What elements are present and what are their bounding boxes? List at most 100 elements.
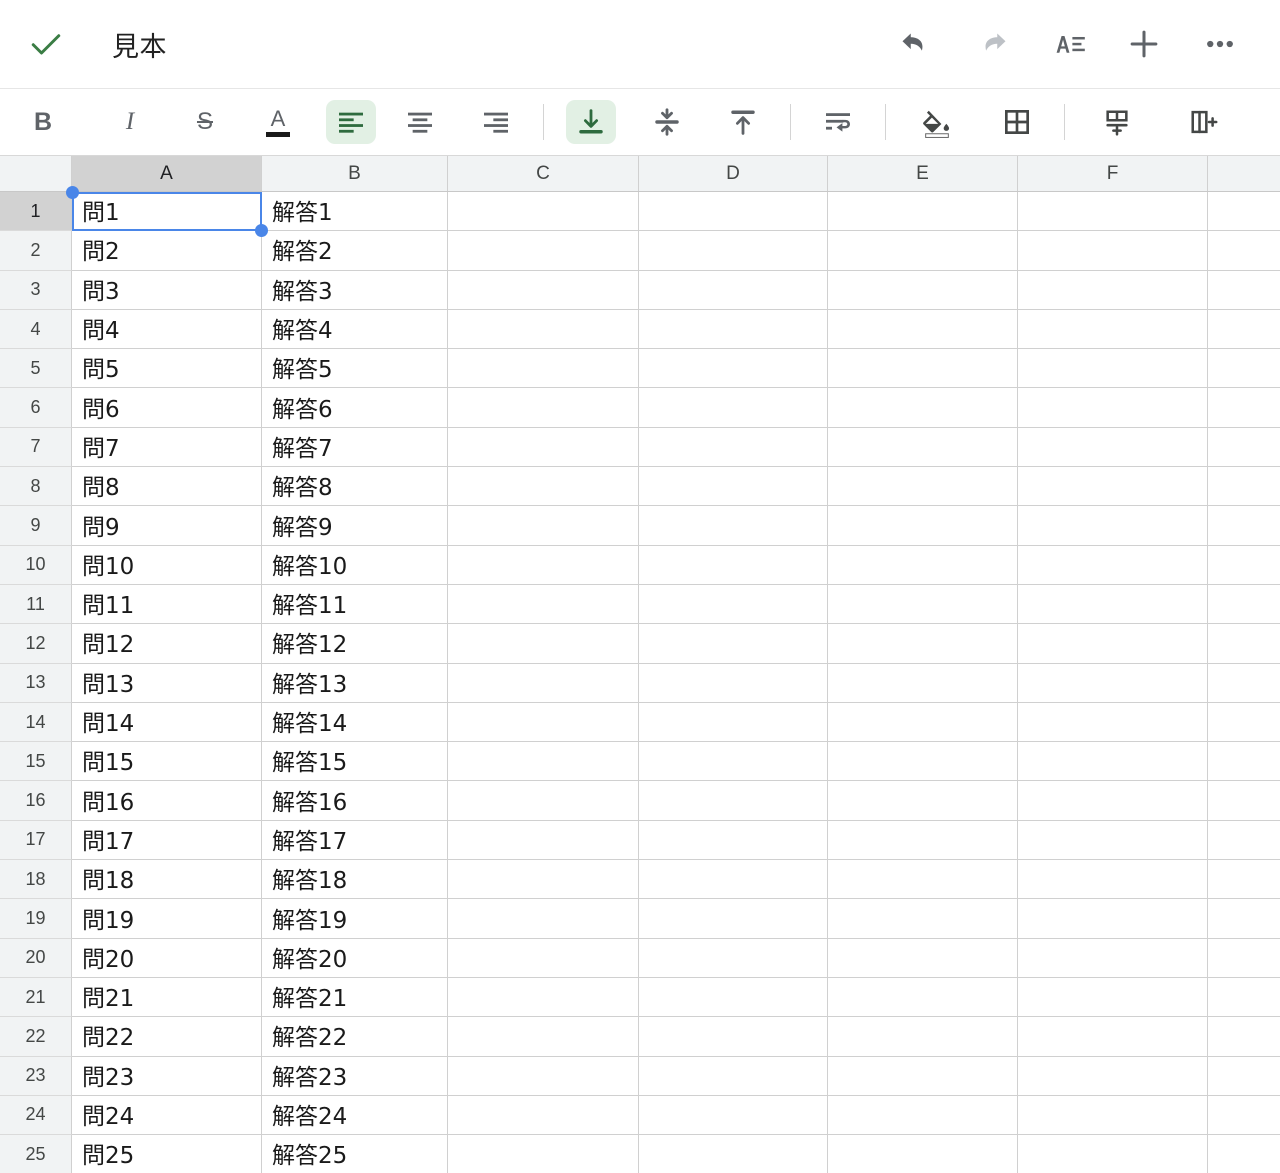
- cell-C5[interactable]: [448, 349, 639, 389]
- cell-B12[interactable]: 解答12: [262, 624, 448, 664]
- cell-F22[interactable]: [1018, 1017, 1208, 1057]
- cell-F8[interactable]: [1018, 467, 1208, 507]
- cell-B9[interactable]: 解答9: [262, 506, 448, 546]
- row-header-2[interactable]: 2: [0, 231, 72, 271]
- row-header-19[interactable]: 19: [0, 899, 72, 939]
- cell-B24[interactable]: 解答24: [262, 1095, 448, 1136]
- cell-C6[interactable]: [448, 388, 639, 428]
- cell-D17[interactable]: [639, 820, 828, 861]
- cell-A9[interactable]: 問9: [72, 506, 262, 546]
- cell-F13[interactable]: [1018, 663, 1208, 703]
- cell-F15[interactable]: [1018, 742, 1208, 782]
- insert-row-button[interactable]: [1074, 89, 1160, 155]
- cell-A14[interactable]: 問14: [72, 702, 262, 743]
- cell-E14[interactable]: [828, 702, 1018, 743]
- align-top-button[interactable]: [705, 89, 781, 155]
- cell-D8[interactable]: [639, 467, 828, 507]
- cell-F5[interactable]: [1018, 349, 1208, 389]
- cell-E25[interactable]: [828, 1135, 1018, 1173]
- cell-12[interactable]: [1208, 624, 1280, 664]
- cell-B7[interactable]: 解答7: [262, 427, 448, 468]
- cell-B15[interactable]: 解答15: [262, 742, 448, 782]
- cell-E17[interactable]: [828, 820, 1018, 861]
- cell-18[interactable]: [1208, 860, 1280, 900]
- cell-C14[interactable]: [448, 702, 639, 743]
- row-header-4[interactable]: 4: [0, 309, 72, 350]
- cell-C16[interactable]: [448, 781, 639, 821]
- cell-E20[interactable]: [828, 938, 1018, 978]
- align-bottom-button[interactable]: [553, 89, 629, 155]
- cell-1[interactable]: [1208, 192, 1280, 232]
- cell-A17[interactable]: 問17: [72, 820, 262, 861]
- cell-B4[interactable]: 解答4: [262, 309, 448, 350]
- cell-A25[interactable]: 問25: [72, 1135, 262, 1173]
- cell-D23[interactable]: [639, 1056, 828, 1096]
- cell-15[interactable]: [1208, 742, 1280, 782]
- text-wrap-button[interactable]: [800, 89, 876, 155]
- align-center-button[interactable]: [382, 89, 458, 155]
- row-header-7[interactable]: 7: [0, 427, 72, 468]
- cell-E1[interactable]: [828, 192, 1018, 232]
- cell-B8[interactable]: 解答8: [262, 467, 448, 507]
- cell-D5[interactable]: [639, 349, 828, 389]
- cell-D24[interactable]: [639, 1095, 828, 1136]
- cell-A2[interactable]: 問2: [72, 231, 262, 271]
- cell-20[interactable]: [1208, 938, 1280, 978]
- cell-F12[interactable]: [1018, 624, 1208, 664]
- cell-A20[interactable]: 問20: [72, 938, 262, 978]
- cell-13[interactable]: [1208, 663, 1280, 703]
- cell-A12[interactable]: 問12: [72, 624, 262, 664]
- cell-C25[interactable]: [448, 1135, 639, 1173]
- cell-F24[interactable]: [1018, 1095, 1208, 1136]
- cell-E3[interactable]: [828, 270, 1018, 310]
- cell-D3[interactable]: [639, 270, 828, 310]
- cell-B20[interactable]: 解答20: [262, 938, 448, 978]
- cell-E6[interactable]: [828, 388, 1018, 428]
- cell-16[interactable]: [1208, 781, 1280, 821]
- row-header-23[interactable]: 23: [0, 1056, 72, 1096]
- column-header-E[interactable]: E: [828, 156, 1018, 191]
- cell-E15[interactable]: [828, 742, 1018, 782]
- redo-button[interactable]: [954, 16, 1030, 72]
- cell-E8[interactable]: [828, 467, 1018, 507]
- cell-C19[interactable]: [448, 899, 639, 939]
- cell-B13[interactable]: 解答13: [262, 663, 448, 703]
- cell-19[interactable]: [1208, 899, 1280, 939]
- row-header-11[interactable]: 11: [0, 584, 72, 625]
- cell-C20[interactable]: [448, 938, 639, 978]
- cell-A22[interactable]: 問22: [72, 1017, 262, 1057]
- cell-7[interactable]: [1208, 427, 1280, 468]
- row-header-16[interactable]: 16: [0, 781, 72, 821]
- row-header-18[interactable]: 18: [0, 860, 72, 900]
- cell-F23[interactable]: [1018, 1056, 1208, 1096]
- cell-B6[interactable]: 解答6: [262, 388, 448, 428]
- cell-B25[interactable]: 解答25: [262, 1135, 448, 1173]
- cell-C4[interactable]: [448, 309, 639, 350]
- cell-D2[interactable]: [639, 231, 828, 271]
- cell-4[interactable]: [1208, 309, 1280, 350]
- cell-F16[interactable]: [1018, 781, 1208, 821]
- cell-2[interactable]: [1208, 231, 1280, 271]
- cell-A24[interactable]: 問24: [72, 1095, 262, 1136]
- cell-10[interactable]: [1208, 545, 1280, 585]
- cell-E11[interactable]: [828, 584, 1018, 625]
- cell-5[interactable]: [1208, 349, 1280, 389]
- cell-C23[interactable]: [448, 1056, 639, 1096]
- cell-B16[interactable]: 解答16: [262, 781, 448, 821]
- cell-D21[interactable]: [639, 977, 828, 1018]
- cell-21[interactable]: [1208, 977, 1280, 1018]
- cell-E9[interactable]: [828, 506, 1018, 546]
- row-header-10[interactable]: 10: [0, 545, 72, 585]
- cell-B19[interactable]: 解答19: [262, 899, 448, 939]
- cell-23[interactable]: [1208, 1056, 1280, 1096]
- column-header-D[interactable]: D: [639, 156, 828, 191]
- cell-D11[interactable]: [639, 584, 828, 625]
- cell-A3[interactable]: 問3: [72, 270, 262, 310]
- cell-D1[interactable]: [639, 192, 828, 232]
- cell-F17[interactable]: [1018, 820, 1208, 861]
- fill-color-button[interactable]: [895, 89, 979, 155]
- row-header-15[interactable]: 15: [0, 742, 72, 782]
- column-header-F[interactable]: F: [1018, 156, 1208, 191]
- cell-E18[interactable]: [828, 860, 1018, 900]
- cell-A7[interactable]: 問7: [72, 427, 262, 468]
